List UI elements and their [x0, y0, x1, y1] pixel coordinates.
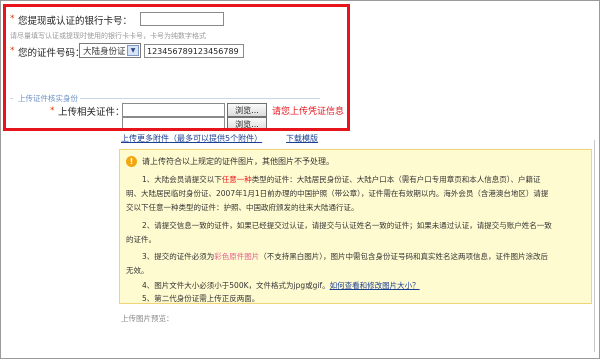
notice-p5: 5、第二代身份证需上传正反两面。	[142, 294, 260, 303]
upload-label: 上传相关证件：	[58, 107, 125, 118]
warning-icon: !	[126, 156, 137, 167]
notice-box: ! 请上传符合以上规定的证件图片，其他图片不予处理。 1、大陆会员请提交以下任意…	[119, 149, 592, 304]
upload-more-link[interactable]: 上传更多附件（最多可以提供5个附件）	[121, 133, 262, 144]
id-label: 您的证件号码：	[18, 48, 85, 59]
notice-p1-line3: 交以下任意一种类型的证件：护照、中国政府颁发的往来大陆通行证。	[126, 203, 359, 212]
required-star: *	[50, 106, 55, 116]
right-border	[594, 140, 595, 352]
notice-p4: 4、图片文件大小必须小于500K，文件格式为jpg或gif。如何查看和修改图片大…	[142, 280, 420, 291]
notice-text: 类型的证件：大陆居民身份证、大陆户口本（需有户口专用章页和本人信息页）、户籍证	[251, 175, 541, 184]
id-number-input[interactable]	[144, 44, 244, 58]
browse-button-2[interactable]: 浏览...	[227, 117, 267, 131]
upload-hint: 请您上传凭证信息	[272, 107, 345, 117]
bank-card-label: 您提现或认证的银行卡号：	[18, 16, 133, 27]
bank-card-input[interactable]	[140, 12, 224, 26]
download-template-link[interactable]: 下载模版	[286, 133, 318, 144]
required-star: *	[10, 46, 15, 56]
notice-text: 3、提交的证件必须为	[142, 252, 215, 261]
divider	[80, 98, 320, 99]
notice-title: 请上传符合以上规定的证件图片，其他图片不予处理。	[142, 157, 334, 166]
notice-p1-line1: 1、大陆会员请提交以下任意一种类型的证件：大陆居民身份证、大陆户口本（需有户口专…	[142, 174, 541, 185]
notice-emphasis: 彩色原件图片	[214, 252, 260, 261]
section-title: 上传证件核实身份	[18, 94, 78, 103]
id-type-select[interactable]: 大陆身份证 ▼	[79, 43, 141, 58]
id-type-selected: 大陆身份证	[83, 47, 126, 57]
notice-p1-line2: 明、大陆居民临时身份证、2007年1月1日前办理的中国护照（带公章），证件需在有…	[126, 189, 549, 198]
notice-text: （不支持黑白图片），图片中需包含身份证号码和真实姓名这两项信息，证件图片涂改后	[259, 252, 549, 261]
notice-p3-line1: 3、提交的证件必须为彩色原件图片（不支持黑白图片），图片中需包含身份证号码和真实…	[142, 251, 548, 262]
divider	[10, 98, 13, 99]
upload-file-input-2[interactable]	[122, 117, 225, 131]
notice-p3-line2: 无效。	[126, 266, 149, 275]
preview-label: 上传图片预览：	[121, 314, 174, 323]
notice-emphasis: 任意一种	[221, 175, 252, 184]
bank-card-hint: 请尽量填写认证或提现时使用的银行卡卡号，卡号为纯数字格式	[10, 32, 206, 40]
required-star: *	[10, 14, 15, 24]
notice-p2-line1: 2、请提交信息一致的证件，如果已经提交过认证，请提交与认证姓名一致的证件；如果未…	[142, 221, 552, 230]
notice-text: 4、图片文件大小必须小于500K，文件格式为jpg或gif。	[142, 281, 330, 290]
notice-p2-line2: 的证件。	[126, 235, 156, 244]
image-size-help-link[interactable]: 如何查看和修改图片大小？	[330, 281, 420, 290]
upload-file-input-1[interactable]	[122, 103, 225, 117]
notice-text: 1、大陆会员请提交以下	[142, 175, 222, 184]
chevron-down-icon: ▼	[127, 45, 139, 56]
browse-button-1[interactable]: 浏览...	[227, 103, 267, 117]
